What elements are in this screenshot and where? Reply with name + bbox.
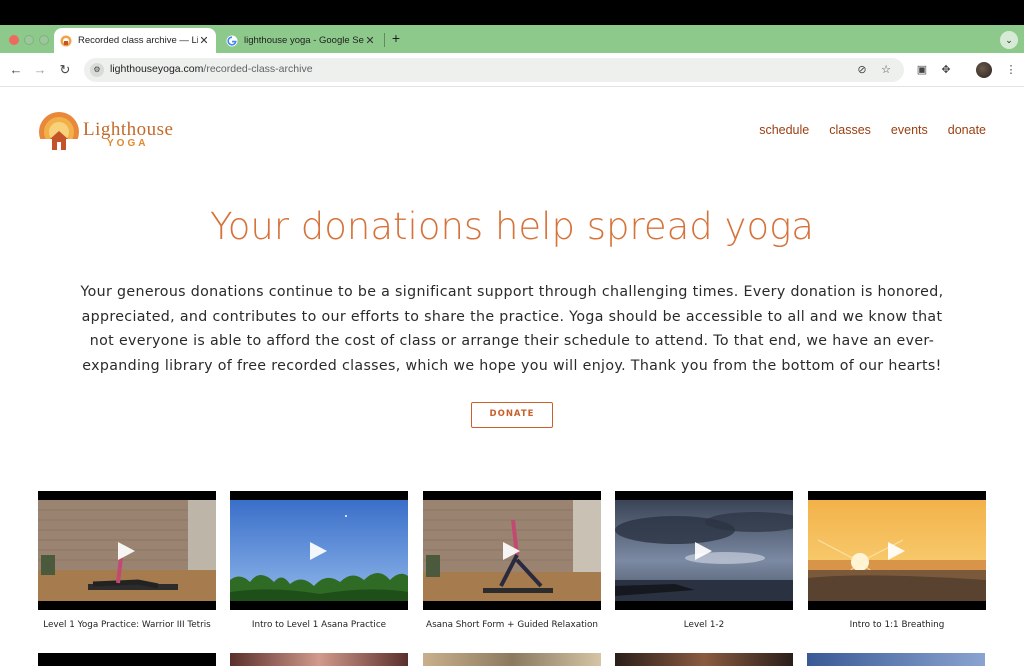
video-card[interactable]: Intro to Level 1 Asana Practice	[230, 491, 408, 630]
address-bar[interactable]: ⚙ lighthouseyoga.com/recorded-class-arch…	[84, 58, 904, 82]
video-card[interactable]: Level 1-2	[615, 491, 793, 630]
url-path: /recorded-class-archive	[203, 63, 313, 75]
profile-avatar[interactable]	[976, 62, 992, 78]
video-thumbnail-partial[interactable]	[615, 653, 793, 666]
url-host: lighthouseyoga.com	[110, 63, 204, 75]
video-thumbnail[interactable]	[615, 491, 793, 610]
video-title[interactable]: Level 1 Yoga Practice: Warrior III Tetri…	[38, 620, 216, 630]
video-thumbnail[interactable]	[230, 491, 408, 610]
video-thumbnail-partial[interactable]	[230, 653, 408, 666]
close-window-button[interactable]	[9, 35, 19, 45]
forward-arrow-icon[interactable]: →	[32, 62, 48, 78]
extension-icon[interactable]: ▣	[914, 62, 930, 78]
new-tab-plus-icon[interactable]: +	[389, 30, 403, 46]
play-icon[interactable]	[888, 542, 905, 560]
back-arrow-icon[interactable]: ←	[8, 62, 24, 78]
play-icon[interactable]	[310, 542, 327, 560]
donate-button[interactable]: DONATE	[471, 402, 553, 428]
video-title[interactable]: Intro to 1:1 Breathing	[808, 620, 986, 630]
star-bookmark-icon[interactable]: ☆	[878, 62, 894, 78]
site-info-icon[interactable]: ⚙	[90, 63, 104, 77]
donation-description: Your generous donations continue to be a…	[80, 284, 944, 375]
video-card[interactable]: Asana Short Form + Guided Relaxation	[423, 491, 601, 630]
main-navigation: schedule classes events donate	[759, 123, 986, 137]
video-thumbnail[interactable]	[38, 491, 216, 610]
tab-recorded-class-archive[interactable]: Recorded class archive — Lig ✕	[54, 28, 216, 53]
eye-slash-icon[interactable]: ⊘	[854, 62, 870, 78]
video-card[interactable]: Level 1 Yoga Practice: Warrior III Tetri…	[38, 491, 216, 630]
tab-title: Recorded class archive — Lig	[78, 35, 198, 46]
os-menu-bar	[0, 0, 1024, 25]
url-text[interactable]: lighthouseyoga.com/recorded-class-archiv…	[110, 63, 313, 75]
video-title[interactable]: Level 1-2	[615, 620, 793, 630]
video-thumbnail-partial[interactable]	[423, 653, 601, 666]
reload-icon[interactable]: ↻	[57, 62, 73, 78]
lighthouse-favicon-icon	[60, 35, 72, 46]
lighthouse-logo-icon	[38, 112, 80, 153]
puzzle-extensions-icon[interactable]: ✥	[938, 62, 954, 78]
tab-search-chevron-icon[interactable]: ⌄	[1000, 31, 1018, 49]
page-content: Lighthouse YOGA schedule classes events …	[0, 87, 1024, 666]
tab-title: lighthouse yoga - Google Sea	[244, 35, 364, 46]
video-card[interactable]: Intro to 1:1 Breathing	[808, 491, 986, 630]
nav-classes[interactable]: classes	[829, 123, 871, 137]
page-title: Your donations help spread yoga	[210, 205, 814, 248]
video-title[interactable]: Asana Short Form + Guided Relaxation	[423, 620, 601, 630]
close-tab-icon[interactable]: ✕	[364, 34, 376, 47]
nav-schedule[interactable]: schedule	[759, 123, 809, 137]
minimize-window-button[interactable]	[24, 35, 34, 45]
play-icon[interactable]	[695, 542, 712, 560]
play-icon[interactable]	[118, 542, 135, 560]
browser-toolbar: ← → ↻ ⚙ lighthouseyoga.com/recorded-clas…	[0, 53, 1024, 87]
tab-google-search[interactable]: lighthouse yoga - Google Sea ✕	[220, 28, 382, 53]
close-tab-icon[interactable]: ✕	[198, 34, 210, 47]
maximize-window-button[interactable]	[39, 35, 49, 45]
video-thumbnail-partial[interactable]	[807, 653, 985, 666]
site-logo[interactable]: Lighthouse YOGA	[38, 111, 188, 153]
video-thumbnail-partial[interactable]	[38, 653, 216, 666]
more-menu-icon[interactable]: ⋮	[1003, 62, 1019, 78]
nav-donate[interactable]: donate	[948, 123, 986, 137]
tab-strip: Recorded class archive — Lig ✕ lighthous…	[0, 25, 1024, 53]
logo-subtitle: YOGA	[107, 138, 149, 149]
google-favicon-icon	[226, 35, 238, 46]
play-icon[interactable]	[503, 542, 520, 560]
video-title[interactable]: Intro to Level 1 Asana Practice	[230, 620, 408, 630]
video-thumbnail[interactable]	[423, 491, 601, 610]
video-thumbnail[interactable]	[808, 491, 986, 610]
nav-events[interactable]: events	[891, 123, 928, 137]
tab-separator	[384, 33, 385, 47]
